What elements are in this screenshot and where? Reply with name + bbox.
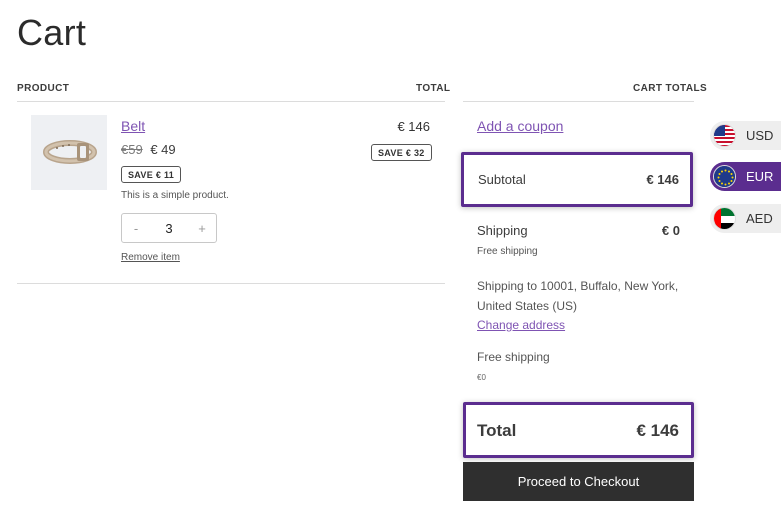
cart-totals-header-divider	[463, 101, 694, 102]
product-price: €59 € 49	[121, 142, 176, 157]
table-header-divider	[17, 101, 445, 102]
currency-option-eur[interactable]: EUR	[710, 162, 781, 191]
quantity-decrease-button[interactable]: -	[122, 221, 150, 236]
shipping-value: € 0	[661, 223, 680, 238]
shipping-destination: Shipping to 10001, Buffalo, New York, Un…	[477, 279, 679, 313]
currency-code: USD	[746, 128, 774, 143]
ae-flag-icon	[713, 207, 736, 230]
us-flag-icon	[713, 124, 736, 147]
product-name-link[interactable]: Belt	[121, 118, 145, 134]
currency-option-aed[interactable]: AED	[710, 204, 781, 233]
currency-code: AED	[746, 211, 773, 226]
proceed-to-checkout-button[interactable]: Proceed to Checkout	[463, 462, 694, 501]
quantity-input[interactable]: 3	[150, 221, 188, 236]
column-header-total: TOTAL	[416, 83, 451, 94]
total-label: Total	[477, 421, 517, 440]
total-value: € 146	[636, 421, 679, 440]
price-sale: € 49	[150, 142, 176, 157]
quantity-increase-button[interactable]: +	[188, 221, 216, 236]
product-description: This is a simple product.	[121, 190, 229, 201]
page-title: Cart	[17, 12, 87, 53]
subtotal-highlight: Subtotal € 146	[461, 152, 693, 207]
price-original: €59	[121, 142, 143, 157]
currency-option-usd[interactable]: USD	[710, 121, 781, 150]
shipping-label: Shipping	[477, 223, 528, 238]
change-address-link[interactable]: Change address	[477, 318, 565, 332]
shipping-method: Free shipping	[477, 246, 538, 257]
line-save-badge: SAVE € 32	[371, 144, 432, 161]
column-header-cart-totals: CART TOTALS	[633, 83, 708, 94]
add-coupon-link[interactable]: Add a coupon	[477, 118, 563, 134]
subtotal-value: € 146	[646, 172, 679, 187]
remove-item-link[interactable]: Remove item	[121, 252, 180, 263]
item-save-badge: SAVE € 11	[121, 166, 182, 183]
line-item-total: € 146	[397, 119, 430, 134]
cart-row-divider	[17, 283, 445, 284]
product-thumbnail[interactable]	[31, 115, 107, 190]
belt-image	[43, 140, 97, 164]
eu-flag-icon	[713, 165, 736, 188]
quantity-stepper[interactable]: - 3 +	[121, 213, 217, 243]
column-header-product: PRODUCT	[17, 83, 70, 94]
subtotal-label: Subtotal	[478, 172, 526, 187]
free-shipping-value: €0	[477, 373, 486, 382]
currency-code: EUR	[746, 169, 774, 184]
free-shipping-label: Free shipping	[477, 350, 550, 364]
